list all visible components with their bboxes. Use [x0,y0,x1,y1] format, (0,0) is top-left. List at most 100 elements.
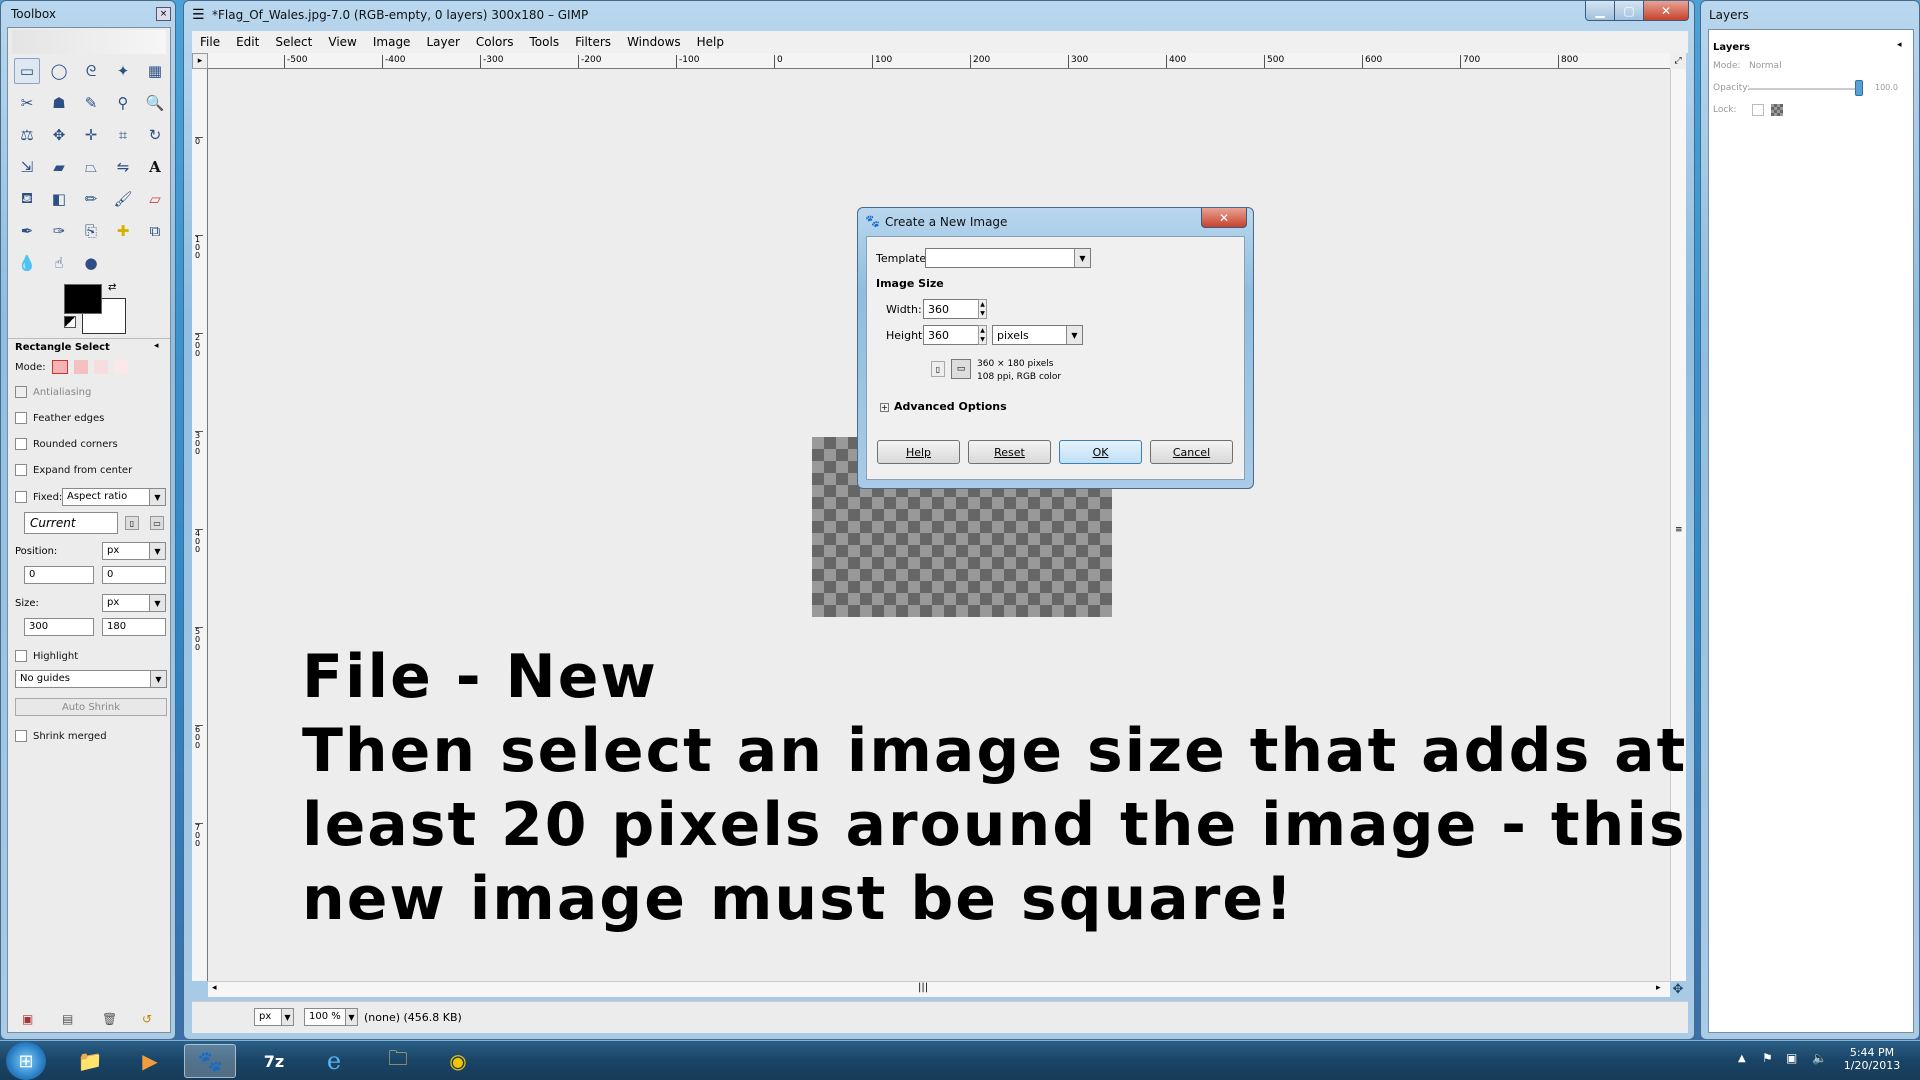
menu-view[interactable]: View [320,35,364,49]
eraser-tool-icon[interactable]: ▱ [142,186,168,212]
reset-button[interactable]: Reset [968,440,1051,464]
width-spinner[interactable]: ▲ ▼ [978,299,987,319]
blur-tool-icon[interactable]: 💧 [14,250,40,276]
rect-select-tool-icon[interactable]: ▭ [14,58,40,84]
app-taskbar-icon[interactable]: ◉ [432,1044,484,1078]
menu-file[interactable]: File [192,35,228,49]
horizontal-scrollbar[interactable]: ◂ ||| ▸ [208,981,1670,997]
gimp-taskbar-icon[interactable]: 🐾 [184,1044,236,1078]
menu-layer[interactable]: Layer [418,35,467,49]
mode-add-icon[interactable] [73,360,88,374]
measure-tool-icon[interactable]: ⚖ [14,122,40,148]
blend-tool-icon[interactable]: ◧ [46,186,72,212]
foreground-color-swatch[interactable] [64,284,102,314]
fixed-checkbox[interactable] [15,491,27,503]
landscape-icon[interactable]: ▭ [150,516,164,530]
default-colors-icon[interactable] [64,316,76,328]
perspective-tool-icon[interactable]: ⏢ [78,154,104,180]
layers-mode-value[interactable]: Normal [1749,61,1782,71]
height-input[interactable]: 360 [923,325,979,345]
wilber-drop-area[interactable] [12,30,166,54]
menu-help[interactable]: Help [689,35,732,49]
heal-tool-icon[interactable]: ✚ [110,218,136,244]
zoom-combo[interactable]: 100 % ▼ [304,1008,358,1026]
dialog-close-button[interactable]: ✕ [1201,208,1247,228]
reset-options-icon[interactable]: ↺ [142,1012,152,1026]
explorer-taskbar-icon[interactable]: 📁 [64,1044,116,1078]
unit-combo[interactable]: px ▼ [254,1008,294,1026]
swap-colors-icon[interactable]: ⇄ [108,282,116,293]
menu-select[interactable]: Select [267,35,320,49]
size-unit-combo[interactable]: px ▼ [102,594,166,612]
feather-edges-row[interactable]: Feather edges [15,412,104,424]
delete-options-icon[interactable]: 🗑 [102,1012,117,1026]
zoom-tool-icon[interactable]: 🔍 [142,90,168,116]
scroll-right-icon[interactable]: ▸ [1656,983,1661,993]
layers-menu-icon[interactable]: ◂ [1897,40,1902,50]
position-unit-combo[interactable]: px ▼ [102,542,166,560]
mode-replace-icon[interactable] [51,360,68,374]
portrait-icon[interactable]: ▯ [125,516,139,530]
size-h-input[interactable]: 180 [102,618,166,636]
clone-tool-icon[interactable]: ⎘ [78,218,104,244]
position-x-input[interactable]: 0 [24,566,94,584]
move-tool-icon[interactable]: ✥ [46,122,72,148]
fuzzy-select-tool-icon[interactable]: ✦ [110,58,136,84]
clock[interactable]: 5:44 PM 1/20/2013 [1840,1046,1904,1072]
ink-tool-icon[interactable]: ✑ [46,218,72,244]
tool-options-menu-icon[interactable]: ◂ [154,341,159,351]
opacity-slider[interactable] [1749,88,1859,90]
color-picker-tool-icon[interactable]: ⚲ [110,90,136,116]
rounded-corners-checkbox[interactable] [15,438,27,450]
ok-button[interactable]: OK [1059,440,1142,464]
highlight-checkbox[interactable] [15,650,27,662]
expand-icon[interactable]: + [880,403,889,412]
template-combo[interactable]: ▼ [925,248,1091,268]
portrait-icon[interactable]: ▯ [931,361,945,377]
shrink-merged-checkbox[interactable] [15,730,27,742]
minimize-button[interactable]: ▁ [1585,1,1615,21]
vertical-ruler[interactable]: 0 100 200 300 400 500 600 700 [192,69,208,981]
highlight-row[interactable]: Highlight [15,650,78,662]
align-tool-icon[interactable]: ✛ [78,122,104,148]
menu-colors[interactable]: Colors [468,35,522,49]
paintbrush-tool-icon[interactable]: 🖌 [110,186,136,212]
airbrush-tool-icon[interactable]: ✒ [14,218,40,244]
antialiasing-row[interactable]: Antialiasing [15,386,91,398]
mode-subtract-icon[interactable] [93,360,108,374]
horizontal-ruler[interactable]: -500 -400 -300 -200 -100 0 100 200 300 400 500 600 7… [208,53,1670,69]
network-icon[interactable]: ▣ [1786,1051,1797,1065]
lock-alpha-icon[interactable] [1771,104,1783,116]
size-w-input[interactable]: 300 [24,618,94,636]
restore-options-icon[interactable]: ▤ [62,1012,73,1026]
fixed-combo[interactable]: Aspect ratio ▼ [62,488,166,506]
foreground-select-tool-icon[interactable]: ☗ [46,90,72,116]
bucket-fill-tool-icon[interactable]: ⛾ [14,186,40,212]
toolbox-close-icon[interactable]: × [156,7,171,21]
show-hidden-icons-icon[interactable]: ▲ [1738,1053,1746,1064]
rotate-tool-icon[interactable]: ↻ [142,122,168,148]
current-entry[interactable]: Current [24,512,118,534]
scroll-left-icon[interactable]: ◂ [212,983,217,993]
shear-tool-icon[interactable]: ▰ [46,154,72,180]
crop-tool-icon[interactable]: ⌗ [110,122,136,148]
advanced-options-expander[interactable]: Advanced Options [894,400,1007,413]
close-button[interactable]: ✕ [1643,1,1689,21]
volume-icon[interactable]: 🔈 [1812,1051,1827,1065]
zoom-fit-icon[interactable]: ⤢ [1670,53,1686,69]
select-by-color-tool-icon[interactable]: ▦ [142,58,168,84]
mode-intersect-icon[interactable] [113,360,128,374]
menu-image[interactable]: Image [365,35,419,49]
dodge-burn-tool-icon[interactable]: ● [78,250,104,276]
free-select-tool-icon[interactable]: ᘓ [78,58,104,84]
gimp-menu-icon[interactable]: ☰ [192,7,205,23]
width-input[interactable]: 360 [923,299,979,319]
start-button[interactable]: ⊞ [6,1042,46,1080]
navigate-icon[interactable]: ✥ [1670,981,1686,997]
feather-edges-checkbox[interactable] [15,412,27,424]
shrink-merged-row[interactable]: Shrink merged [15,730,107,742]
maximize-button[interactable]: ▢ [1614,1,1644,21]
paths-tool-icon[interactable]: ✎ [78,90,104,116]
pencil-tool-icon[interactable]: ✏ [78,186,104,212]
action-center-icon[interactable]: ⚑ [1762,1051,1773,1065]
